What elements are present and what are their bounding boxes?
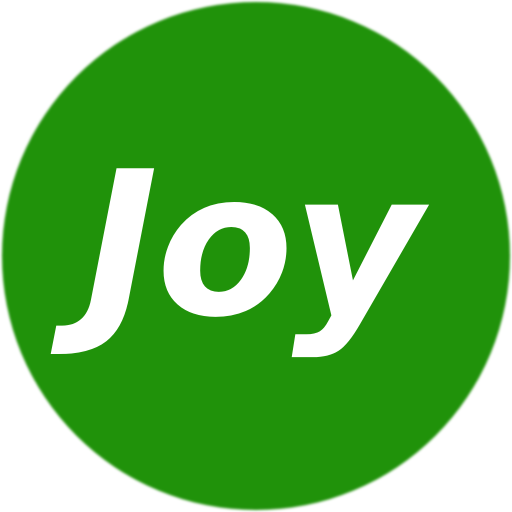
joy-badge-canvas: Joy bbox=[0, 0, 512, 512]
badge-label: Joy bbox=[83, 129, 422, 362]
